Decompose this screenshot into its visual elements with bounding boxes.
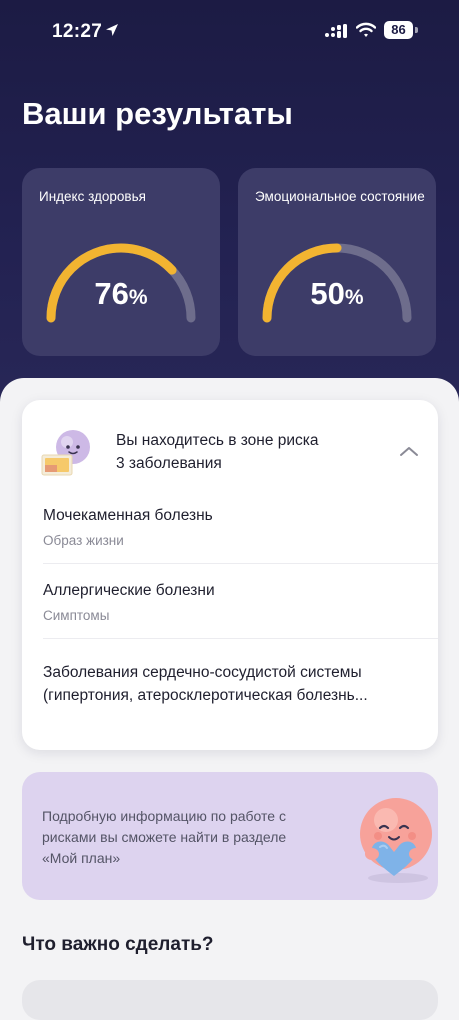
page-title: Ваши результаты [22,96,293,131]
risk-item-category: Образ жизни [43,533,124,548]
health-index-label: Индекс здоровья [39,189,146,204]
risk-item-name: Мочекаменная болезнь [43,507,213,524]
mascot-heart-icon [360,798,432,883]
health-index-number: 76 [94,276,129,311]
signal-icon [325,24,347,38]
wifi-icon [356,22,376,37]
health-index-card[interactable]: Индекс здоровья 76% [22,168,220,356]
todo-section-title: Что важно сделать? [22,934,214,955]
emotional-state-number: 50 [310,276,345,311]
emotional-state-card[interactable]: Эмоциональное состояние 50% [238,168,436,356]
risk-item-name-line2: (гипертония, атеросклеротическая болезнь… [43,687,368,704]
battery-level: 86 [384,21,413,39]
risk-zone-card: Вы находитесь в зоне риска 3 заболевания… [22,400,438,750]
divider [43,563,438,564]
risk-item-name-line1: Заболевания сердечно-сосудистой системы [43,664,362,681]
risk-item-name: Заболевания сердечно-сосудистой системы … [43,661,438,707]
risk-zone-count: 3 заболевания [116,455,222,472]
divider [43,638,438,639]
mascot-with-card-icon [41,430,90,476]
risk-zone-title: Вы находитесь в зоне риска 3 заболевания [116,429,396,475]
risk-item[interactable]: Мочекаменная болезнь Образ жизни [22,500,438,564]
emotional-state-value: 50% [238,276,436,312]
emotional-state-label: Эмоциональное состояние [255,189,425,204]
battery-indicator: 86 [384,21,418,39]
todo-card[interactable] [22,980,438,1020]
risk-item-category: Симптомы [43,608,110,623]
risk-item[interactable]: Аллергические болезни Симптомы [22,575,438,639]
status-bar: 12:27 86 [0,0,459,64]
health-index-value: 76% [22,276,220,312]
risk-zone-title-line1: Вы находитесь в зоне риска [116,432,319,449]
risk-item[interactable]: Заболевания сердечно-сосудистой системы … [22,661,438,717]
risk-item-name: Аллергические болезни [43,582,215,599]
risk-info-banner[interactable]: Подробную информацию по работе с рисками… [22,772,438,900]
risk-info-text: Подробную информацию по работе с рисками… [42,808,287,866]
health-index-unit: % [128,286,148,309]
chevron-up-icon[interactable] [398,444,420,458]
battery-cap [415,27,418,33]
emotional-state-unit: % [344,286,364,309]
location-arrow-icon [106,24,118,36]
results-header: 12:27 86 Ваши результаты Индекс здоровья… [0,0,459,420]
status-time: 12:27 [52,21,103,42]
